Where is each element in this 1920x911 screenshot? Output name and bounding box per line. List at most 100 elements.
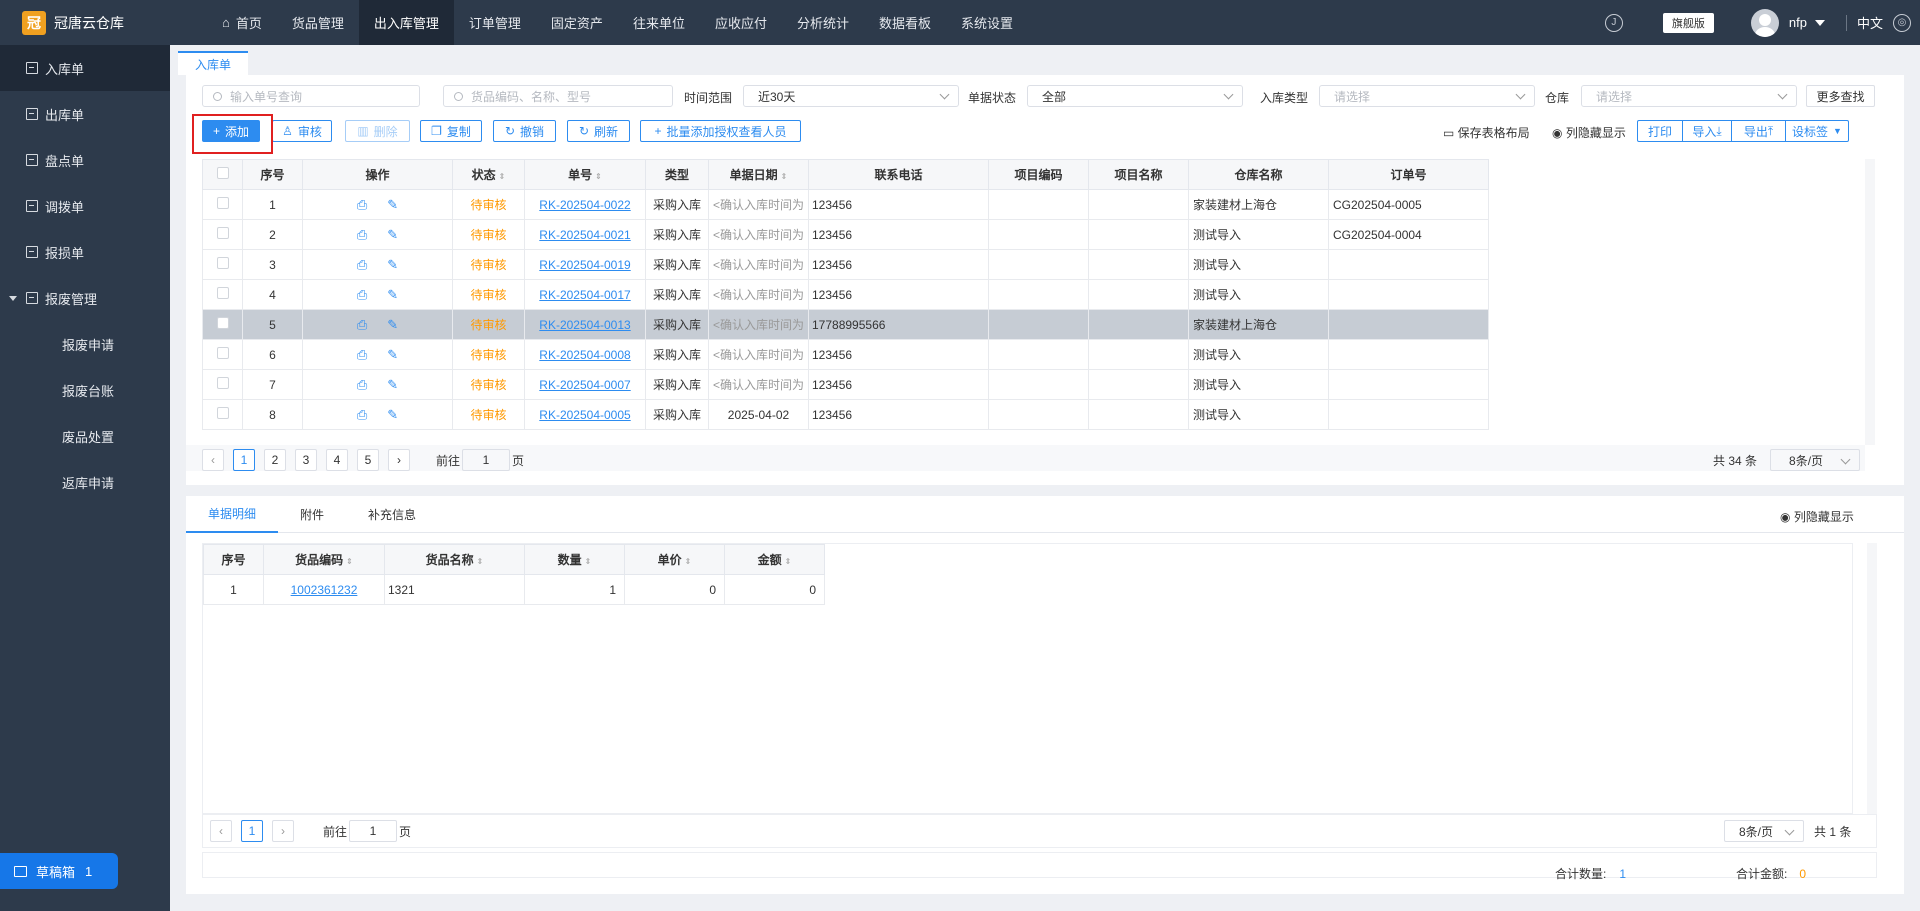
nav-partners[interactable]: 往来单位 (618, 0, 700, 45)
order-code-link[interactable]: RK-202504-0008 (539, 348, 630, 362)
order-code-link[interactable]: RK-202504-0019 (539, 258, 630, 272)
detail-col-name[interactable]: 货品名称 ⇕ (384, 544, 525, 575)
warehouse-select[interactable]: 请选择 (1581, 85, 1797, 107)
batch-auth-button[interactable]: + 批量添加授权查看人员 (640, 120, 801, 142)
sidebar-item-return-apply[interactable]: 返库申请 (0, 459, 170, 505)
copy-button[interactable]: ❐ 复制 (420, 120, 482, 142)
save-layout-button[interactable]: ▭ 保存表格布局 (1443, 124, 1530, 141)
sort-icon[interactable]: ⇕ (781, 172, 788, 181)
tab-attachments[interactable]: 附件 (278, 496, 346, 533)
edit-icon[interactable]: ✎ (387, 287, 398, 303)
page-5[interactable]: 5 (357, 449, 379, 471)
sidebar-item-transfer[interactable]: 调拨单 (0, 183, 170, 229)
sidebar-item-loss[interactable]: 报损单 (0, 229, 170, 275)
cell-code[interactable]: RK-202504-0007 (524, 369, 646, 400)
set-tag-button[interactable]: 设标签 ▼ (1785, 120, 1849, 142)
sort-icon[interactable]: ⇕ (346, 557, 353, 566)
edit-icon[interactable]: ✎ (387, 317, 398, 333)
prev-page-button[interactable]: ‹ (210, 820, 232, 842)
sidebar-item-scrap-ledger[interactable]: 报废台账 (0, 367, 170, 413)
nav-orders[interactable]: 订单管理 (454, 0, 536, 45)
sidebar-item-outbound[interactable]: 出库单 (0, 91, 170, 137)
row-checkbox[interactable] (202, 249, 243, 280)
avatar[interactable] (1750, 8, 1779, 37)
print-icon[interactable]: ⎙ (357, 407, 367, 423)
tab-inbound[interactable]: 入库单 (178, 51, 249, 75)
cell-code[interactable]: RK-202504-0021 (524, 219, 646, 250)
nav-goods[interactable]: 货品管理 (277, 0, 359, 45)
nav-assets[interactable]: 固定资产 (536, 0, 618, 45)
sidebar-item-scrap-apply[interactable]: 报废申请 (0, 321, 170, 367)
sort-icon[interactable]: ⇕ (785, 557, 792, 566)
table-row[interactable]: 2 ⎙ ✎ 待审核 RK-202504-0021 采购入库 <确认入库时间为 123456 测试… (202, 219, 1489, 250)
print-icon[interactable]: ⎙ (357, 347, 367, 363)
row-checkbox[interactable] (202, 309, 243, 340)
vertical-scrollbar[interactable] (1865, 159, 1875, 445)
tab-detail[interactable]: 单据明细 (186, 496, 279, 533)
detail-col-code[interactable]: 货品编码 ⇕ (263, 544, 385, 575)
sidebar-group-scrap[interactable]: 报废管理 (0, 275, 170, 321)
page-size-select[interactable]: 8条/页 (1770, 449, 1861, 471)
print-icon[interactable]: ⎙ (357, 197, 367, 213)
edit-icon[interactable]: ✎ (387, 377, 398, 393)
col-header-code[interactable]: 单号 ⇕ (524, 159, 646, 190)
detail-col-qty[interactable]: 数量 ⇕ (524, 544, 625, 575)
draft-box-button[interactable]: 草稿箱 1 (0, 853, 118, 889)
goto-page-input[interactable]: 1 (462, 449, 511, 471)
print-icon[interactable]: ⎙ (357, 257, 367, 273)
cell-code[interactable]: RK-202504-0017 (524, 279, 646, 310)
revoke-button[interactable]: ↻ 撤销 (493, 120, 556, 142)
globe-icon[interactable]: ◎ (1893, 13, 1911, 32)
app-logo[interactable]: 冠 冠唐云仓库 (0, 0, 170, 45)
nav-analysis[interactable]: 分析统计 (782, 0, 864, 45)
detail-cell-code[interactable]: 1002361232 (263, 574, 385, 605)
row-checkbox[interactable] (202, 279, 243, 310)
table-row[interactable]: 4 ⎙ ✎ 待审核 RK-202504-0017 采购入库 <确认入库时间为 123456 测试… (202, 279, 1489, 310)
table-row[interactable]: 1 ⎙ ✎ 待审核 RK-202504-0022 采购入库 <确认入库时间为 123456 家装… (202, 189, 1489, 220)
select-all-checkbox[interactable] (202, 159, 243, 190)
cell-code[interactable]: RK-202504-0022 (524, 189, 646, 220)
help-icon[interactable]: J (1604, 13, 1623, 32)
edit-icon[interactable]: ✎ (387, 197, 398, 213)
cell-code[interactable]: RK-202504-0005 (524, 399, 646, 430)
sort-icon[interactable]: ⇕ (685, 557, 692, 566)
hide-columns-button[interactable]: ◉ 列隐藏显示 (1552, 124, 1626, 141)
export-button[interactable]: 导出 ⤒ (1731, 120, 1786, 142)
table-row[interactable]: 3 ⎙ ✎ 待审核 RK-202504-0019 采购入库 <确认入库时间为 123456 测试… (202, 249, 1489, 280)
sort-icon[interactable]: ⇕ (477, 557, 484, 566)
page-1[interactable]: 1 (233, 449, 255, 471)
sidebar-item-waste-disposal[interactable]: 废品处置 (0, 413, 170, 459)
order-code-link[interactable]: RK-202504-0017 (539, 288, 630, 302)
goto-page-input[interactable]: 1 (349, 820, 398, 842)
row-checkbox[interactable] (202, 369, 243, 400)
sort-icon[interactable]: ⇕ (585, 557, 592, 566)
detail-hide-columns-button[interactable]: ◉ 列隐藏显示 (1780, 508, 1854, 525)
cell-code[interactable]: RK-202504-0013 (524, 309, 646, 340)
sort-icon[interactable]: ⇕ (595, 172, 602, 181)
next-page-button[interactable]: › (388, 449, 410, 471)
order-code-link[interactable]: RK-202504-0022 (539, 198, 630, 212)
sort-icon[interactable]: ⇕ (499, 172, 506, 181)
audit-button[interactable]: ♙ 审核 (272, 120, 332, 142)
status-select[interactable]: 全部 (1027, 85, 1243, 107)
import-button[interactable]: 导入 ⤓ (1682, 120, 1732, 142)
order-search-input[interactable]: 输入单号查询 (202, 85, 420, 107)
edit-icon[interactable]: ✎ (387, 257, 398, 273)
nav-inout[interactable]: 出入库管理 (358, 0, 454, 45)
row-checkbox[interactable] (202, 189, 243, 220)
next-page-button[interactable]: › (272, 820, 294, 842)
refresh-button[interactable]: ↻ 刷新 (567, 120, 630, 142)
sidebar-item-inbound[interactable]: 入库单 (0, 45, 170, 91)
inbound-type-select[interactable]: 请选择 (1319, 85, 1535, 107)
page-4[interactable]: 4 (326, 449, 348, 471)
page-size-select[interactable]: 8条/页 (1724, 820, 1804, 842)
goods-search-input[interactable]: 货品编码、名称、型号 (443, 85, 673, 107)
cell-code[interactable]: RK-202504-0019 (524, 249, 646, 280)
col-header-date[interactable]: 单据日期 ⇕ (708, 159, 809, 190)
row-checkbox[interactable] (202, 219, 243, 250)
sidebar-item-stocktake[interactable]: 盘点单 (0, 137, 170, 183)
table-row[interactable]: 6 ⎙ ✎ 待审核 RK-202504-0008 采购入库 <确认入库时间为 123456 测试… (202, 339, 1489, 370)
cell-code[interactable]: RK-202504-0008 (524, 339, 646, 370)
time-range-select[interactable]: 近30天 (743, 85, 959, 107)
order-code-link[interactable]: RK-202504-0007 (539, 378, 630, 392)
